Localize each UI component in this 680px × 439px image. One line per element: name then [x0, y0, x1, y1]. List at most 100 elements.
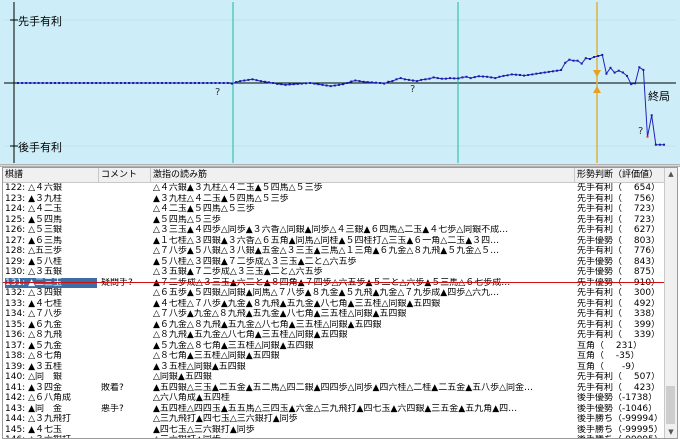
evaluation-point[interactable] — [144, 82, 147, 84]
evaluation-point[interactable] — [646, 135, 649, 138]
evaluation-point[interactable] — [210, 82, 213, 84]
table-row[interactable]: 139: ▲３五桂 ▲３五桂△同銀▲五四銀 互角（ -9） — [3, 362, 665, 373]
evaluation-point[interactable] — [103, 82, 106, 84]
evaluation-point[interactable] — [424, 78, 427, 81]
evaluation-point[interactable] — [222, 82, 225, 84]
evaluation-point[interactable] — [156, 82, 159, 84]
evaluation-point[interactable] — [115, 82, 118, 84]
evaluation-point[interactable] — [486, 75, 489, 78]
evaluation-point[interactable] — [177, 82, 180, 84]
evaluation-point[interactable] — [440, 77, 443, 80]
evaluation-point[interactable] — [239, 80, 242, 83]
table-row[interactable]: 122: △４六銀 △４六銀▲３九柱△４二玉▲５四馬△５三歩 先手有利（ 654） — [3, 183, 665, 194]
evaluation-point[interactable] — [309, 82, 312, 84]
evaluation-point[interactable] — [658, 143, 661, 146]
evaluation-point[interactable] — [29, 82, 32, 84]
table-row[interactable]: 132: △３四銀 △６五歩▲５四銀△同銀▲同馬△７八歩▲８九金▲５九飛▲九金△７… — [3, 288, 665, 299]
table-row[interactable]: 144: △３九飛打 △三九飛打▲四七玉△三六銀打▲同歩 後手勝ち（-99994） — [3, 414, 665, 425]
table-row[interactable]: 130: △３五銀 △３五銀▲７二歩成△３三玉▲二と△六五歩 先手優勢（ 875） — [3, 267, 665, 278]
evaluation-point[interactable] — [231, 82, 233, 85]
evaluation-point[interactable] — [321, 83, 324, 86]
evaluation-point[interactable] — [568, 58, 571, 61]
evaluation-point[interactable] — [465, 75, 468, 78]
table-row[interactable]: 145: ▲４七玉 ▲四七玉△三六銀打▲同歩 後手勝ち（-99995） — [3, 425, 665, 436]
evaluation-point[interactable] — [498, 75, 501, 78]
evaluation-point[interactable] — [193, 82, 196, 84]
evaluation-point[interactable] — [477, 75, 480, 78]
evaluation-point[interactable] — [243, 79, 246, 82]
evaluation-point[interactable] — [391, 80, 394, 83]
evaluation-point[interactable] — [292, 83, 295, 86]
evaluation-point[interactable] — [654, 143, 657, 146]
kifu-list[interactable]: 棋譜 コメント 激指の読み筋 形勢判断（評価値） 122: △４六銀 △４六銀▲３… — [2, 167, 678, 439]
evaluation-point[interactable] — [95, 82, 98, 84]
evaluation-point[interactable] — [461, 76, 464, 79]
evaluation-point[interactable] — [37, 82, 40, 84]
evaluation-point[interactable] — [152, 82, 155, 84]
evaluation-point[interactable] — [313, 82, 316, 85]
evaluation-point[interactable] — [399, 77, 402, 80]
evaluation-point[interactable] — [284, 83, 287, 86]
evaluation-point[interactable] — [370, 81, 373, 84]
evaluation-point[interactable] — [420, 78, 423, 81]
evaluation-point[interactable] — [173, 82, 176, 84]
evaluation-point[interactable] — [383, 82, 386, 85]
evaluation-point[interactable] — [630, 83, 633, 86]
evaluation-point[interactable] — [593, 56, 596, 58]
table-row[interactable]: 134: △７八歩 △７八歩▲九金△８九飛▲五九金▲八七角▲三五桂△同銀▲五四銀 先… — [3, 309, 665, 320]
evaluation-point[interactable] — [305, 82, 307, 85]
evaluation-point[interactable] — [62, 82, 65, 84]
evaluation-point[interactable] — [317, 83, 320, 86]
evaluation-point[interactable] — [41, 82, 44, 84]
evaluation-point[interactable] — [280, 83, 283, 86]
evaluation-point[interactable] — [605, 72, 608, 75]
evaluation-point[interactable] — [601, 53, 604, 56]
evaluation-point[interactable] — [268, 81, 270, 84]
evaluation-point[interactable] — [453, 77, 456, 80]
table-row[interactable]: 140: △同 銀 △同銀▲五四銀 先手有利（ 507） — [3, 372, 665, 383]
evaluation-point[interactable] — [432, 76, 435, 79]
evaluation-point[interactable] — [337, 83, 340, 86]
evaluation-point[interactable] — [547, 70, 550, 73]
table-row[interactable]: 123: ▲３九柱 ▲３九柱△４二玉▲５四馬△５三歩 先手有利（ 756） — [3, 194, 665, 205]
evaluation-point[interactable] — [523, 74, 526, 77]
evaluation-point[interactable] — [457, 77, 460, 80]
evaluation-point[interactable] — [165, 82, 168, 84]
evaluation-point[interactable] — [412, 79, 414, 82]
evaluation-point[interactable] — [288, 83, 291, 86]
evaluation-point[interactable] — [107, 82, 110, 84]
evaluation-point[interactable] — [626, 74, 628, 77]
table-row[interactable]: 137: ▲５九金 ▲５九金△８七角▲三五桂△同銀▲五四銀 互角（ 231） — [3, 341, 665, 352]
evaluation-point[interactable] — [572, 59, 575, 62]
table-row[interactable]: 146: △３六銀打 △三六銀打▲同歩 後手勝ち（-99995） — [3, 435, 665, 438]
evaluation-point[interactable] — [17, 82, 19, 84]
evaluation-point[interactable] — [490, 76, 493, 79]
evaluation-point[interactable] — [259, 80, 262, 83]
evaluation-point[interactable] — [576, 59, 579, 62]
evaluation-point[interactable] — [350, 80, 353, 83]
evaluation-point[interactable] — [375, 81, 377, 84]
evaluation-point[interactable] — [510, 73, 513, 76]
evaluation-point[interactable] — [527, 74, 530, 76]
evaluation-point[interactable] — [609, 66, 612, 69]
evaluation-point[interactable] — [128, 82, 131, 84]
evaluation-point[interactable] — [551, 70, 554, 73]
scroll-thumb[interactable] — [666, 386, 675, 424]
table-row[interactable]: 143: ▲同 金 悪手? ▲五四桂△四四玉▲五五馬△三四玉▲六金△三九飛打▲四七玉… — [3, 404, 665, 415]
evaluation-point[interactable] — [58, 82, 61, 84]
evaluation-point[interactable] — [621, 71, 624, 74]
evaluation-point[interactable] — [514, 73, 517, 76]
table-row[interactable]: 128: △五三歩 △７八歩▲５八銀△３八銀▲五金△３三玉▲三馬△１三角▲６九金△… — [3, 246, 665, 257]
evaluation-point[interactable] — [226, 82, 229, 84]
evaluation-point[interactable] — [276, 82, 279, 85]
scroll-down-icon[interactable]: ▼ — [665, 426, 677, 438]
scroll-up-icon[interactable]: ▲ — [665, 168, 677, 180]
evaluation-point[interactable] — [136, 82, 139, 84]
evaluation-point[interactable] — [263, 80, 266, 83]
evaluation-point[interactable] — [91, 82, 94, 84]
evaluation-point[interactable] — [650, 114, 653, 117]
table-row[interactable]: 141: ▲３四金 敗着? ▲五四銀△三玉▲二五金▲五二馬△四二銀▲四四歩△同歩▲四… — [3, 383, 665, 394]
evaluation-point[interactable] — [132, 82, 135, 84]
header-evaluation[interactable]: 形勢判断（評価値） — [575, 168, 665, 182]
evaluation-point[interactable] — [140, 82, 143, 84]
